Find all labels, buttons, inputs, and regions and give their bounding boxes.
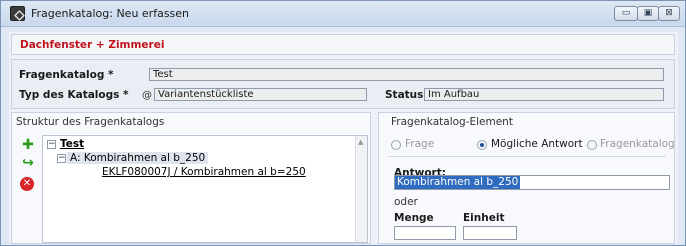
radio-frage[interactable]	[391, 140, 401, 150]
banner-title: Dachfenster + Zimmerei	[20, 39, 165, 51]
radio-frage-label[interactable]: Frage	[405, 138, 434, 150]
radio-antwort[interactable]	[477, 140, 487, 150]
add-icon[interactable]: ✚	[20, 137, 36, 153]
minimize-button[interactable]: ▭	[614, 6, 638, 21]
app-icon	[10, 6, 25, 21]
scroll-up-icon[interactable]: ▲	[358, 138, 363, 146]
tree-scrollbar[interactable]: ▲	[355, 136, 367, 242]
collapse-root-icon[interactable]: −	[47, 140, 56, 149]
dialog-window: Fragenkatalog: Neu erfassen ▭ ▣ ⊠ Dachfe…	[0, 0, 686, 246]
typ-field[interactable]: Variantenstückliste	[154, 88, 367, 101]
einheit-label: Einheit	[463, 212, 505, 224]
structure-title: Struktur des Fragenkatalogs	[16, 116, 165, 128]
radio-antwort-label[interactable]: Mögliche Antwort	[491, 138, 583, 150]
einheit-input[interactable]	[463, 226, 517, 240]
antwort-value: Kombirahmen al b_250	[395, 176, 521, 189]
status-label: Status	[385, 89, 424, 101]
title-bar[interactable]: Fragenkatalog: Neu erfassen ▭ ▣ ⊠	[1, 1, 685, 27]
element-group: Fragenkatalog-Element Frage Mögliche Ant…	[378, 112, 675, 244]
close-button[interactable]: ⊠	[658, 6, 680, 21]
window-title: Fragenkatalog: Neu erfassen	[31, 7, 190, 20]
lookup-at-icon[interactable]: @	[142, 90, 152, 101]
header-panel: Fragenkatalog * Test Typ des Katalogs * …	[11, 59, 675, 109]
oder-label: oder	[394, 196, 418, 208]
tree-node-root[interactable]: Test	[60, 138, 84, 150]
collapse-child-icon[interactable]: −	[57, 154, 66, 163]
move-icon[interactable]: ↪	[20, 155, 36, 171]
maximize-button[interactable]: ▣	[637, 6, 659, 21]
tree-node-article[interactable]: EKLF080007J / Kombirahmen al b=250	[102, 166, 306, 178]
structure-tree[interactable]: − Test − A: Kombirahmen al b_250 EKLF080…	[42, 135, 368, 243]
antwort-input[interactable]: Kombirahmen al b_250	[394, 175, 670, 190]
typ-label: Typ des Katalogs *	[19, 89, 129, 101]
status-field[interactable]: Im Aufbau	[424, 88, 664, 101]
structure-group: Struktur des Fragenkatalogs ✚ ↪ ✕ − Test…	[11, 112, 371, 244]
radio-fragenkatalog-label[interactable]: Fragenkatalog	[600, 138, 675, 150]
menge-input[interactable]	[394, 226, 456, 240]
tree-node-answer[interactable]: A: Kombirahmen al b_250	[67, 152, 209, 164]
project-banner: Dachfenster + Zimmerei	[11, 34, 675, 55]
fragenkatalog-label: Fragenkatalog *	[19, 69, 114, 81]
content-area: Dachfenster + Zimmerei Fragenkatalog * T…	[9, 32, 678, 244]
menge-label: Menge	[394, 212, 434, 224]
delete-icon[interactable]: ✕	[20, 177, 34, 191]
fragenkatalog-field[interactable]: Test	[149, 68, 664, 81]
radio-fragenkatalog[interactable]	[587, 140, 597, 150]
element-title: Fragenkatalog-Element	[391, 116, 513, 128]
divider	[389, 156, 666, 157]
